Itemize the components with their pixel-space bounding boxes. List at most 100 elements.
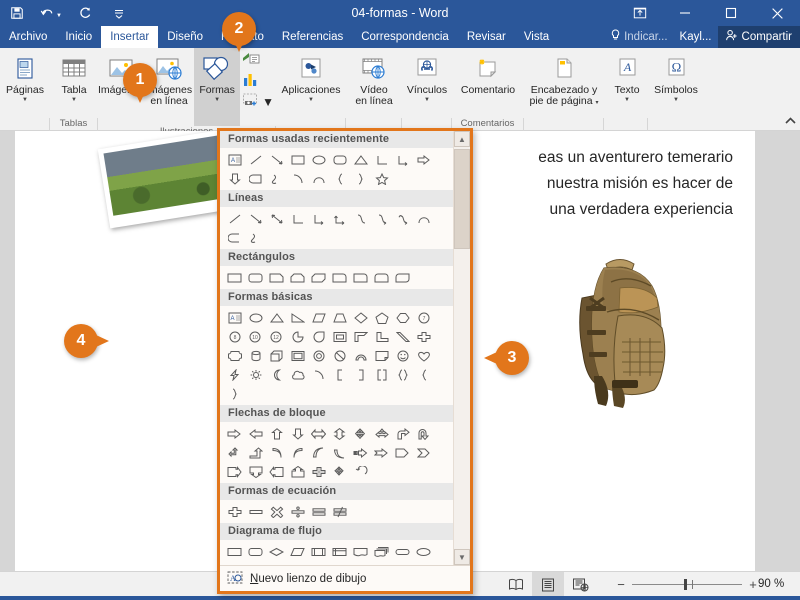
- shape-oval-icon[interactable]: [245, 308, 266, 327]
- tab-diseno[interactable]: Diseño: [158, 26, 212, 48]
- shape-flowchart-decision-icon[interactable]: [266, 542, 287, 561]
- shape-teardrop-icon[interactable]: [308, 327, 329, 346]
- tab-archivo[interactable]: Archivo: [0, 26, 56, 48]
- shape-dodecagon-icon[interactable]: 12: [266, 327, 287, 346]
- shape-bent-arrow-icon[interactable]: [392, 424, 413, 443]
- shape-quad-arrow-icon[interactable]: [350, 424, 371, 443]
- formas-button[interactable]: Formas ▼: [194, 48, 241, 126]
- shape-rectangle-icon[interactable]: [287, 150, 308, 169]
- scrollbar-thumb[interactable]: [454, 149, 470, 249]
- save-icon[interactable]: [0, 0, 34, 26]
- shape-donut-icon[interactable]: [308, 346, 329, 365]
- new-drawing-canvas-item[interactable]: A Nuevo lienzo de dibujo: [220, 565, 470, 591]
- tabla-button[interactable]: Tabla ▼: [50, 51, 98, 104]
- shape-elbow-connector-icon[interactable]: [371, 150, 392, 169]
- shape-striped-right-arrow-icon[interactable]: [350, 443, 371, 462]
- read-mode-icon[interactable]: [500, 572, 532, 597]
- shape-frame-icon[interactable]: [329, 327, 350, 346]
- encabezado-dropdown-icon[interactable]: ▾: [595, 100, 598, 106]
- smartart-button[interactable]: [240, 52, 276, 71]
- tabla-dropdown-icon[interactable]: ▼: [71, 97, 77, 104]
- shape-diamond-icon[interactable]: [350, 308, 371, 327]
- shape-octagon-icon[interactable]: 8: [224, 327, 245, 346]
- shape-l-shape-icon[interactable]: [371, 327, 392, 346]
- shape-flowchart-process-icon[interactable]: [224, 542, 245, 561]
- shape-smiley-face-icon[interactable]: [392, 346, 413, 365]
- minimize-icon[interactable]: [662, 0, 708, 26]
- shape-left-arrow-callout-icon[interactable]: [266, 462, 287, 481]
- shape-line-arrow-icon[interactable]: [245, 209, 266, 228]
- user-account-label[interactable]: Kayl...: [674, 26, 718, 48]
- vinculos-button[interactable]: Vínculos ▼: [402, 51, 452, 104]
- paginas-button[interactable]: Páginas ▼: [0, 51, 50, 104]
- shape-moon-icon[interactable]: [266, 365, 287, 384]
- tell-me-box[interactable]: Indicar...: [604, 26, 673, 48]
- shape-star-5-point-icon[interactable]: [371, 169, 392, 188]
- shape-snip-single-corner-rectangle-icon[interactable]: [266, 268, 287, 287]
- shape-cloud-icon[interactable]: [287, 365, 308, 384]
- tab-referencias[interactable]: Referencias: [273, 26, 352, 48]
- shape-multiply-icon[interactable]: [266, 502, 287, 521]
- shape-down-arrow-callout-icon[interactable]: [245, 462, 266, 481]
- shape-line-double-arrow-icon[interactable]: [266, 209, 287, 228]
- texto-button[interactable]: A Texto ▼: [604, 51, 650, 104]
- shape-curve-icon[interactable]: [413, 209, 434, 228]
- shape-left-bracket-icon[interactable]: [329, 365, 350, 384]
- shape-elbow-connector-icon[interactable]: [287, 209, 308, 228]
- shape-cube-icon[interactable]: [266, 346, 287, 365]
- shape-right-arrow-callout-icon[interactable]: [224, 462, 245, 481]
- maximize-icon[interactable]: [708, 0, 754, 26]
- shape-no-symbol-icon[interactable]: [329, 346, 350, 365]
- customize-qat-icon[interactable]: [102, 0, 136, 26]
- shape-chevron-icon[interactable]: [413, 443, 434, 462]
- shape-pentagon-arrow-icon[interactable]: [392, 443, 413, 462]
- shape-snip-same-side-corner-rectangle-icon[interactable]: [287, 268, 308, 287]
- shape-left-up-arrow-icon[interactable]: [224, 443, 245, 462]
- shape-hexagon-icon[interactable]: [392, 308, 413, 327]
- shape-diagonal-stripe-icon[interactable]: [392, 327, 413, 346]
- close-icon[interactable]: [754, 0, 800, 26]
- shape-arc-icon[interactable]: [308, 365, 329, 384]
- undo-icon[interactable]: ▼: [34, 0, 68, 26]
- shape-textbox-icon[interactable]: A: [224, 150, 245, 169]
- shape-right-triangle-icon[interactable]: [287, 308, 308, 327]
- shape-flowchart-alternate-process-icon[interactable]: [245, 169, 266, 188]
- shape-pentagon-icon[interactable]: [371, 308, 392, 327]
- shape-block-arc-icon[interactable]: [350, 346, 371, 365]
- shape-folded-corner-icon[interactable]: [371, 346, 392, 365]
- shape-right-brace-icon[interactable]: [224, 384, 245, 403]
- shape-can-icon[interactable]: [245, 346, 266, 365]
- scroll-up-icon[interactable]: ▲: [454, 131, 470, 147]
- shape-rounded-rectangle-icon[interactable]: [329, 150, 350, 169]
- shape-pie-icon[interactable]: [287, 327, 308, 346]
- shape-arc-icon[interactable]: [287, 169, 308, 188]
- shape-freeform-shape-icon[interactable]: [224, 228, 245, 247]
- shape-snip-diagonal-corner-rectangle-icon[interactable]: [308, 268, 329, 287]
- shape-left-right-arrow-icon[interactable]: [308, 424, 329, 443]
- undo-dropdown-icon[interactable]: ▼: [56, 13, 62, 19]
- shape-flowchart-predefined-process-icon[interactable]: [308, 542, 329, 561]
- shape-line-icon[interactable]: [224, 209, 245, 228]
- shape-curved-arrow-connector-icon[interactable]: [371, 209, 392, 228]
- encabezado-pie-button[interactable]: Encabezado y pie de página ▾: [524, 51, 604, 107]
- shape-oval-icon[interactable]: [308, 150, 329, 169]
- shape-heptagon-icon[interactable]: 7: [413, 308, 434, 327]
- shape-curved-down-arrow-icon[interactable]: [329, 443, 350, 462]
- shape-down-arrow-icon[interactable]: [224, 169, 245, 188]
- shape-minus-icon[interactable]: [245, 502, 266, 521]
- comentario-button[interactable]: Comentario: [452, 51, 524, 96]
- shape-flowchart-alternate-process-icon[interactable]: [245, 542, 266, 561]
- shape-freeform-scribble-icon[interactable]: [266, 169, 287, 188]
- shape-snip-and-round-single-corner-rectangle-icon[interactable]: [329, 268, 350, 287]
- tab-vista[interactable]: Vista: [515, 26, 558, 48]
- shape-curve-icon[interactable]: [308, 169, 329, 188]
- shape-round-single-corner-rectangle-icon[interactable]: [350, 268, 371, 287]
- backpack-photo[interactable]: [560, 246, 682, 411]
- shape-elbow-arrow-connector-icon[interactable]: [392, 150, 413, 169]
- shape-heart-icon[interactable]: [413, 346, 434, 365]
- shape-sun-icon[interactable]: [245, 365, 266, 384]
- shape-double-bracket-icon[interactable]: [371, 365, 392, 384]
- shape-not-equal-icon[interactable]: [329, 502, 350, 521]
- shape-curved-double-arrow-connector-icon[interactable]: [392, 209, 413, 228]
- shape-curved-left-arrow-icon[interactable]: [287, 443, 308, 462]
